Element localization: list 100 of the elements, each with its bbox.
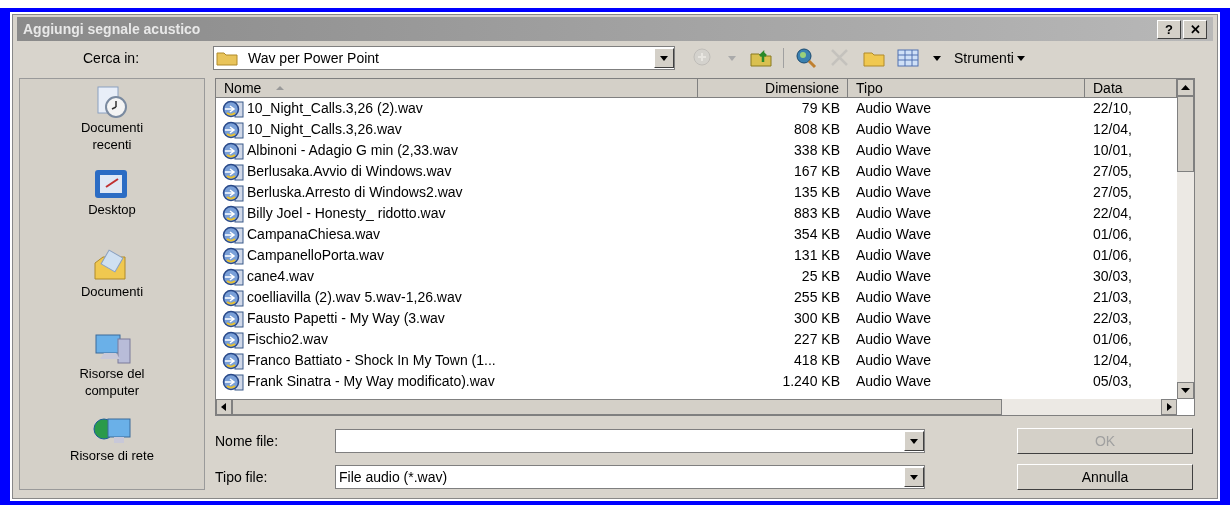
table-cell-text: 418 KB [794, 351, 840, 370]
audio-file-icon [222, 372, 244, 391]
table-cell-text: 300 KB [794, 309, 840, 328]
table-cell-text: Berluska.Arresto di Windows2.wav [247, 183, 463, 202]
folder-icon [214, 49, 240, 67]
table-cell-text: Audio Wave [856, 183, 931, 202]
audio-file-icon [222, 225, 244, 244]
table-cell-text: Fausto Papetti - My Way (3.wav [247, 309, 445, 328]
table-cell-text: 27/05, [1093, 183, 1132, 202]
dropdown-button[interactable] [904, 467, 924, 487]
table-cell-text: 27/05, [1093, 162, 1132, 181]
place-button[interactable]: Risorse di rete [27, 411, 197, 487]
window-title: Aggiungi segnale acustico [23, 19, 201, 39]
table-cell-text: 808 KB [794, 120, 840, 139]
audio-file-icon [222, 288, 244, 307]
audio-file-icon [222, 120, 244, 139]
table-cell-text: 01/06, [1093, 225, 1132, 244]
vertical-scrollbar[interactable] [1177, 79, 1194, 399]
table-cell-text: 255 KB [794, 288, 840, 307]
column-header[interactable]: Data [1085, 79, 1177, 98]
table-cell-text: 01/06, [1093, 330, 1132, 349]
table-cell-text: Audio Wave [856, 99, 931, 118]
dropdown-button[interactable] [654, 48, 674, 68]
file-name-label: Nome file: [215, 431, 280, 451]
column-header[interactable]: Nome [216, 79, 698, 98]
audio-file-icon [222, 330, 244, 349]
table-cell-text: CampanaChiesa.wav [247, 225, 381, 244]
table-cell-text: 135 KB [794, 183, 840, 202]
table-cell-text: Berlusaka.Avvio di Windows.wav [247, 162, 452, 181]
scrollbar-thumb[interactable] [232, 399, 1002, 415]
table-cell-text: 167 KB [794, 162, 840, 181]
views-icon[interactable] [896, 46, 920, 70]
audio-file-icon [222, 99, 244, 118]
help-button[interactable]: ? [1157, 19, 1181, 39]
table-cell-text: Audio Wave [856, 267, 931, 286]
tools-menu[interactable]: Strumenti [954, 47, 1028, 69]
table-cell-text: 01/06, [1093, 246, 1132, 265]
table-cell-text: Audio Wave [856, 225, 931, 244]
table-cell-text: 21/03, [1093, 288, 1132, 307]
table-cell-text: 354 KB [794, 225, 840, 244]
table-cell-text: 22/03, [1093, 309, 1132, 328]
audio-file-icon [222, 309, 244, 328]
horizontal-scrollbar[interactable] [216, 399, 1177, 415]
audio-file-icon [222, 162, 244, 181]
table-cell-text: Audio Wave [856, 120, 931, 139]
look-in-label: Cerca in: [82, 48, 141, 68]
look-in-dropdown[interactable]: Wav per Power Point [213, 46, 675, 70]
place-button[interactable]: Documenti recenti [27, 83, 197, 159]
table-cell-text: Audio Wave [856, 372, 931, 391]
table-cell-text: Fischio2.wav [247, 330, 328, 349]
table-cell-text: coelliavilla (2).wav 5.wav-1,26.wav [247, 288, 462, 307]
table-cell-text: 10_Night_Calls.3,26.wav [247, 120, 402, 139]
table-cell-text: Billy Joel - Honesty_ ridotto.wav [247, 204, 446, 223]
place-button[interactable]: Risorse del computer [27, 329, 197, 405]
table-cell-text: 12/04, [1093, 120, 1132, 139]
file-name-field[interactable] [335, 429, 925, 453]
place-button[interactable]: Desktop [27, 165, 197, 241]
file-type-label: Tipo file: [215, 467, 269, 487]
table-cell-text: 883 KB [794, 204, 840, 223]
audio-file-icon [222, 351, 244, 370]
table-cell-text: Audio Wave [856, 162, 931, 181]
table-cell-text: Frank Sinatra - My Way modificato).wav [247, 372, 495, 391]
table-cell-text: Audio Wave [856, 204, 931, 223]
table-cell-text: 25 KB [801, 267, 840, 286]
dropdown-button[interactable] [904, 431, 924, 451]
table-cell-text: Audio Wave [856, 309, 931, 328]
table-cell-text: 05/03, [1093, 372, 1132, 391]
table-cell-text: 1.240 KB [782, 372, 840, 391]
close-button[interactable]: ✕ [1183, 19, 1207, 39]
table-cell-text: Audio Wave [856, 288, 931, 307]
table-cell-text: 22/04, [1093, 204, 1132, 223]
web-search-icon[interactable] [794, 46, 818, 70]
table-cell-text: 22/10, [1093, 99, 1132, 118]
audio-file-icon [222, 267, 244, 286]
table-cell-text: CampanelloPorta.wav [247, 246, 384, 265]
audio-file-icon [222, 141, 244, 160]
computer-icon [92, 331, 132, 365]
column-header[interactable]: Tipo [848, 79, 1085, 98]
table-cell-text: 338 KB [794, 141, 840, 160]
table-cell-text: Albinoni - Adagio G min (2,33.wav [247, 141, 458, 160]
table-cell-text: cane4.wav [247, 267, 314, 286]
scrollbar-thumb[interactable] [1177, 96, 1194, 172]
place-button[interactable]: Documenti [27, 247, 197, 323]
table-cell-text: 10/01, [1093, 141, 1132, 160]
table-cell-text: 30/03, [1093, 267, 1132, 286]
table-cell-text: 79 KB [801, 99, 840, 118]
table-cell-text: 227 KB [794, 330, 840, 349]
table-cell-text: Audio Wave [856, 246, 931, 265]
audio-file-icon [222, 246, 244, 265]
table-cell-text: 131 KB [794, 246, 840, 265]
audio-file-icon [222, 204, 244, 223]
table-cell-text: Audio Wave [856, 141, 931, 160]
table-cell-text: 12/04, [1093, 351, 1132, 370]
file-type-field[interactable]: File audio (*.wav) [335, 465, 925, 489]
table-cell-text: Audio Wave [856, 330, 931, 349]
table-cell-text: 10_Night_Calls.3,26 (2).wav [247, 99, 423, 118]
look-in-value: Wav per Power Point [248, 48, 380, 68]
table-cell-text: Franco Battiato - Shock In My Town (1... [247, 351, 496, 370]
column-header[interactable]: Dimensione [698, 79, 848, 98]
cancel-button[interactable]: Annulla [1017, 464, 1193, 490]
